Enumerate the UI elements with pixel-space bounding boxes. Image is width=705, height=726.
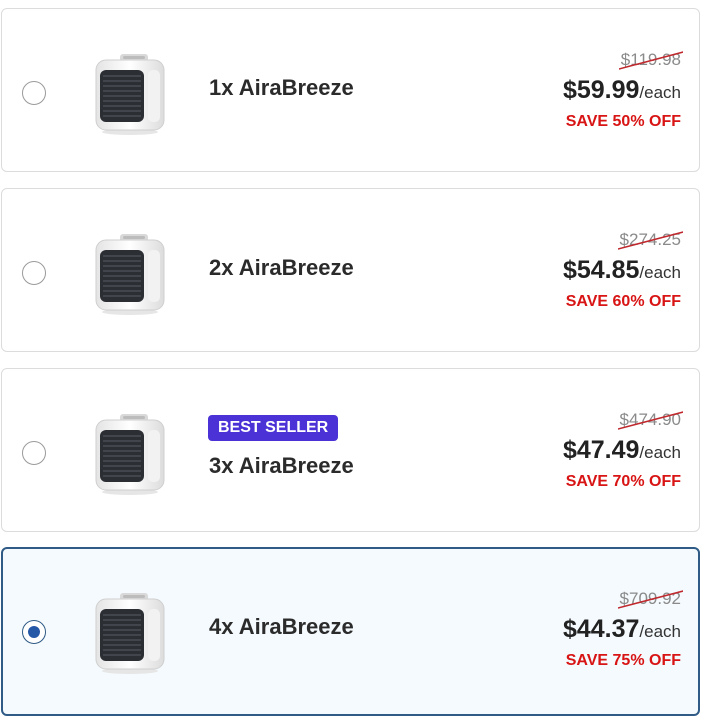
- unit-price: $54.85: [562, 256, 640, 284]
- price-unit: /each: [639, 622, 681, 641]
- best-seller-badge: BEST SELLER: [208, 415, 339, 441]
- bundle-name: 2x AiraBreeze: [209, 255, 354, 280]
- strikethrough-icon: [617, 411, 683, 430]
- price-unit: /each: [639, 263, 681, 282]
- air-cooler-image: [95, 53, 165, 136]
- air-cooler-image: [95, 413, 165, 496]
- price-block: $119.98 $59.99/each SAVE 50% OFF: [562, 49, 683, 131]
- bundle-name: 4x AiraBreeze: [209, 614, 354, 639]
- bundle-name: 1x AiraBreeze: [209, 75, 354, 100]
- bundle-option-2[interactable]: 2x AiraBreeze $274.25 $54.85/each SAVE 6…: [1, 188, 700, 352]
- bundle-name: 3x AiraBreeze: [209, 453, 354, 478]
- strikethrough-icon: [617, 231, 683, 250]
- price-block: $709.92 $44.37/each SAVE 75% OFF: [562, 588, 683, 670]
- original-price: $274.25: [617, 230, 683, 250]
- save-label: SAVE 50% OFF: [565, 113, 681, 130]
- bundle-option-4[interactable]: 4x AiraBreeze $709.92 $44.37/each SAVE 7…: [1, 547, 700, 716]
- bundle-radio-4[interactable]: [22, 620, 46, 644]
- air-cooler-image: [95, 233, 165, 316]
- unit-price: $59.99: [562, 76, 640, 104]
- air-cooler-image: [95, 592, 165, 675]
- unit-price: $47.49: [562, 436, 640, 464]
- original-price: $709.92: [617, 589, 683, 609]
- save-label: SAVE 60% OFF: [565, 293, 681, 310]
- bundle-radio-2[interactable]: [22, 261, 46, 285]
- price-unit: /each: [639, 443, 681, 462]
- price-block: $474.90 $47.49/each SAVE 70% OFF: [562, 409, 683, 491]
- strikethrough-icon: [617, 590, 683, 609]
- strikethrough-icon: [618, 51, 683, 70]
- save-label: SAVE 70% OFF: [565, 473, 681, 490]
- unit-price: $44.37: [562, 615, 640, 643]
- original-price: $119.98: [618, 50, 683, 70]
- save-label: SAVE 75% OFF: [565, 652, 681, 669]
- radio-selected-dot: [27, 625, 40, 638]
- bundle-option-1[interactable]: 1x AiraBreeze $119.98 $59.99/each SAVE 5…: [1, 8, 700, 172]
- bundle-radio-1[interactable]: [22, 81, 46, 105]
- bundle-radio-3[interactable]: [22, 441, 46, 465]
- original-price: $474.90: [617, 410, 683, 430]
- price-unit: /each: [639, 83, 681, 102]
- price-block: $274.25 $54.85/each SAVE 60% OFF: [562, 229, 683, 311]
- bundle-option-3[interactable]: BEST SELLER 3x AiraBreeze $474.90 $47.49…: [1, 368, 700, 532]
